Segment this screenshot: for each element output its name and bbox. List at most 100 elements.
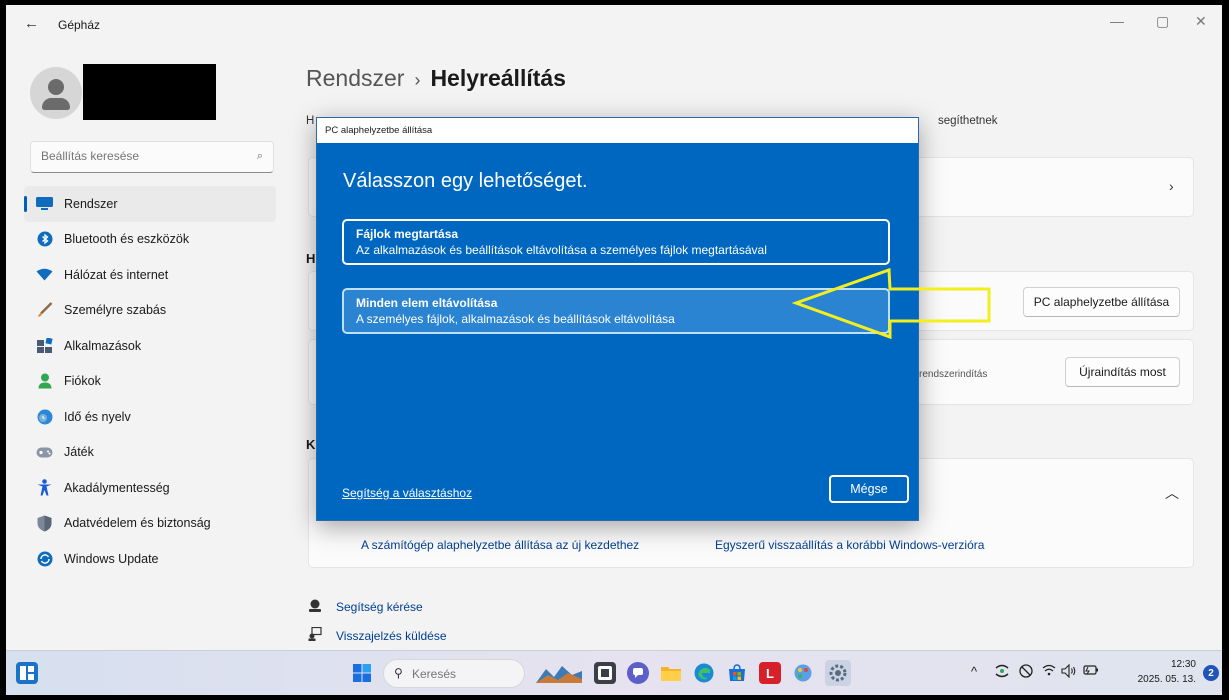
get-help-link[interactable]: Segítség kérése: [336, 600, 423, 614]
sidebar-item-label: Hálózat és internet: [64, 267, 169, 282]
breadcrumb: Rendszer › Helyreállítás: [306, 65, 566, 92]
apps-icon: [36, 337, 53, 354]
option-description: Az alkalmazások és beállítások eltávolít…: [356, 243, 767, 257]
chevron-right-icon: ›: [1169, 178, 1174, 194]
taskbar-search-input[interactable]: [412, 667, 512, 681]
sidebar-item-label: Windows Update: [64, 551, 159, 566]
sidebar-item-windows-update[interactable]: Windows Update: [24, 541, 276, 577]
file-explorer-icon[interactable]: [660, 662, 682, 684]
notification-badge[interactable]: 2: [1203, 665, 1219, 681]
advanced-startup-text: rendszerindítás: [919, 369, 988, 380]
option-title: Fájlok megtartása: [356, 227, 459, 241]
avatar-head: [48, 79, 64, 95]
sidebar-item-label: Idő és nyelv: [64, 409, 131, 424]
person-icon: [36, 373, 53, 390]
teams-chat-icon[interactable]: [627, 662, 649, 684]
do-not-disturb-icon[interactable]: [1019, 664, 1033, 681]
battery-icon[interactable]: [1083, 664, 1099, 679]
reset-pc-button[interactable]: PC alaphelyzetbe állítása: [1023, 287, 1180, 317]
avatar-body: [42, 98, 70, 110]
search-icon: ⌕: [256, 150, 263, 162]
paint-icon[interactable]: [792, 662, 814, 684]
brush-icon: [36, 302, 53, 319]
help-choosing-link[interactable]: Segítség a választáshoz: [342, 486, 472, 500]
tray-overflow-icon[interactable]: ^: [971, 664, 977, 679]
option-description: A személyes fájlok, alkalmazások és beál…: [356, 312, 675, 326]
dialog-heading: Válasszon egy lehetőséget.: [343, 170, 588, 192]
sidebar-item-label: Fiókok: [64, 374, 101, 389]
sidebar-item-apps[interactable]: Alkalmazások: [24, 328, 276, 364]
breadcrumb-parent[interactable]: Rendszer: [306, 65, 404, 91]
option-title: Minden elem eltávolítása: [356, 296, 498, 310]
dialog-title: PC alaphelyzetbe állítása: [317, 118, 918, 143]
sidebar-item-label: Játék: [64, 445, 94, 460]
taskbar-search[interactable]: ⚲: [383, 659, 525, 688]
avatar[interactable]: [30, 67, 82, 119]
settings-gear-icon[interactable]: [825, 660, 851, 686]
reset-pc-dialog: PC alaphelyzetbe állítása Válasszon egy …: [316, 117, 919, 521]
chevron-up-icon[interactable]: ︿: [1165, 483, 1179, 503]
sidebar-item-accounts[interactable]: Fiókok: [24, 364, 276, 400]
tray-app-icon[interactable]: [994, 664, 1010, 681]
sidebar-nav: Rendszer Bluetooth és eszközök Hálózat é…: [24, 186, 276, 577]
help-icon: [308, 599, 322, 613]
sidebar-item-bluetooth[interactable]: Bluetooth és eszközök: [24, 222, 276, 258]
send-feedback-link[interactable]: Visszajelzés küldése: [336, 629, 447, 643]
wifi-tray-icon[interactable]: [1042, 664, 1056, 679]
feedback-icon: [308, 626, 322, 641]
cancel-button[interactable]: Mégse: [829, 475, 909, 503]
sidebar-item-label: Adatvédelem és biztonság: [64, 516, 211, 531]
clock[interactable]: 12:30 2025. 05. 13.: [1126, 657, 1196, 687]
minimize-button[interactable]: —: [1110, 13, 1124, 29]
sidebar-item-label: Alkalmazások: [64, 338, 142, 353]
redacted-username: [83, 64, 216, 120]
option-remove-everything[interactable]: Minden elem eltávolítása A személyes fáj…: [342, 288, 890, 334]
shield-icon: [36, 515, 53, 532]
screen: ← Gépház — ▢ ✕ ⌕ Rendszer Bluetooth és e…: [6, 5, 1222, 695]
section-heading-related: K: [306, 437, 316, 452]
accessibility-icon: [36, 479, 53, 496]
sidebar-item-personalization[interactable]: Személyre szabás: [24, 293, 276, 329]
back-arrow-icon[interactable]: ←: [24, 15, 39, 32]
description-end: segíthetnek: [938, 115, 998, 127]
clock-date: 2025. 05. 13.: [1137, 674, 1196, 685]
option-keep-files[interactable]: Fájlok megtartása Az alkalmazások és beá…: [342, 219, 890, 265]
volume-icon[interactable]: [1061, 663, 1077, 681]
sidebar-item-label: Rendszer: [64, 196, 118, 211]
wifi-icon: [36, 266, 53, 283]
sidebar-item-rendszer[interactable]: Rendszer: [24, 186, 276, 222]
sidebar-item-gaming[interactable]: Játék: [24, 435, 276, 471]
title-bar: ← Gépház — ▢ ✕: [6, 5, 1222, 45]
gamepad-icon: [36, 444, 53, 461]
maximize-button[interactable]: ▢: [1156, 13, 1169, 30]
widgets-icon[interactable]: [16, 662, 38, 684]
globe-clock-icon: [36, 408, 53, 425]
system-icon: [36, 195, 53, 212]
settings-search[interactable]: ⌕: [30, 141, 274, 173]
sidebar-item-label: Személyre szabás: [64, 303, 167, 318]
app-title: Gépház: [58, 18, 101, 32]
link-reset-fresh-start[interactable]: A számítógép alaphelyzetbe állítása az ú…: [361, 538, 639, 552]
page-title: Helyreállítás: [430, 65, 566, 91]
microsoft-store-icon[interactable]: [726, 662, 748, 684]
sidebar-item-label: Akadálymentesség: [64, 480, 170, 495]
landscape-widget-icon[interactable]: [536, 662, 582, 684]
sidebar-item-network[interactable]: Hálózat és internet: [24, 257, 276, 293]
clock-time: 12:30: [1170, 659, 1196, 670]
sidebar-item-privacy[interactable]: Adatvédelem és biztonság: [24, 506, 276, 542]
restart-now-button[interactable]: Újraindítás most: [1065, 357, 1180, 387]
close-button[interactable]: ✕: [1195, 13, 1207, 30]
sidebar-item-time-language[interactable]: Idő és nyelv: [24, 399, 276, 435]
link-go-back-windows[interactable]: Egyszerű visszaállítás a korábbi Windows…: [715, 538, 984, 552]
search-icon: ⚲: [394, 666, 403, 680]
task-view-icon[interactable]: [594, 662, 616, 684]
search-input[interactable]: [41, 149, 241, 163]
bluetooth-icon: [36, 231, 53, 248]
start-icon[interactable]: [351, 662, 373, 684]
section-heading-recovery: H: [306, 251, 316, 266]
edge-icon[interactable]: [693, 662, 715, 684]
update-icon: [36, 550, 53, 567]
l-app-icon[interactable]: L: [759, 662, 781, 684]
taskbar: ⚲ L ^: [6, 650, 1222, 695]
sidebar-item-accessibility[interactable]: Akadálymentesség: [24, 470, 276, 506]
